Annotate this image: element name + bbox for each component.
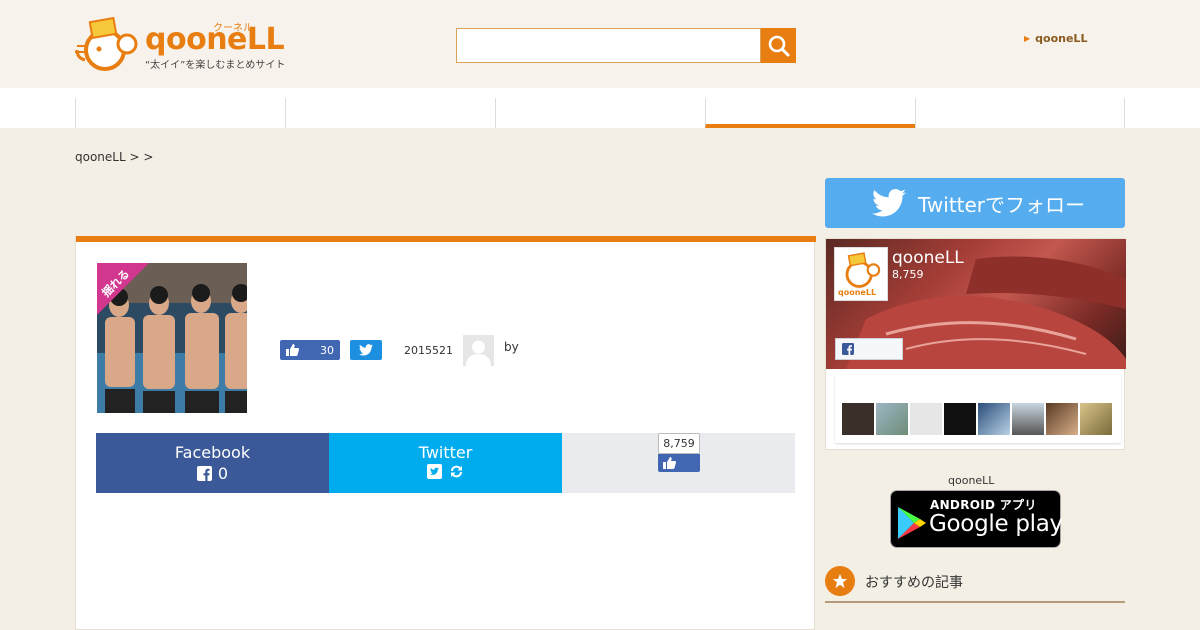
logo-tagline: “太イイ”を楽しむまとめサイト <box>145 60 286 71</box>
facebook-like-button[interactable]: 30 <box>280 340 340 360</box>
like-box-button[interactable] <box>658 454 700 472</box>
app-promo-label: qooneLL <box>948 474 995 487</box>
article-top-bar <box>76 236 816 242</box>
refresh-icon <box>450 465 462 478</box>
logo-wordmark: qooneLL <box>145 22 285 57</box>
twitter-square-icon <box>426 464 442 479</box>
facebook-square-icon <box>196 466 212 481</box>
article-thumbnail[interactable]: 揺れる <box>97 263 247 413</box>
author-avatar[interactable] <box>463 335 494 366</box>
friend-avatar[interactable] <box>944 403 976 435</box>
article-card: 揺れる 30 2015521 by Facebook 0 Twitter 8,7… <box>75 236 816 630</box>
facebook-like-count: 30 <box>320 343 334 357</box>
facebook-cover-photo[interactable]: qooneLL qooneLL 8,759 <box>826 239 1126 369</box>
facebook-page-like-button[interactable] <box>835 338 903 360</box>
search-input[interactable] <box>456 28 761 63</box>
share-twitter-button[interactable]: Twitter <box>329 433 562 493</box>
recommended-section-header: おすすめの記事 <box>825 566 1125 603</box>
facebook-page-logo[interactable]: qooneLL <box>834 247 888 301</box>
star-icon <box>825 566 855 596</box>
google-play-big-text: Google play <box>929 511 1063 537</box>
logo-mascot-icon <box>75 16 138 71</box>
friend-avatar[interactable] <box>1012 403 1044 435</box>
like-box-count: 8,759 <box>658 433 700 454</box>
author-by-label: by <box>504 340 519 354</box>
facebook-page-widget: qooneLL qooneLL 8,759 <box>825 238 1126 450</box>
site-header: クーネル qooneLL “太イイ”を楽しむまとめサイト ▶ qooneLL <box>0 0 1200 88</box>
facebook-page-likes: 8,759 <box>892 268 924 281</box>
recommended-section-title: おすすめの記事 <box>865 575 963 591</box>
twitter-bird-icon <box>872 189 906 217</box>
thumbs-up-icon <box>286 344 299 356</box>
search-icon <box>768 35 789 56</box>
site-logo[interactable]: クーネル qooneLL “太イイ”を楽しむまとめサイト <box>75 16 300 72</box>
share-twitter-label: Twitter <box>418 443 473 462</box>
header-home-link[interactable]: ▶ qooneLL <box>1024 32 1087 45</box>
nav-item-active[interactable] <box>705 98 915 128</box>
facebook-like-box: 8,759 <box>562 433 795 493</box>
category-nav <box>0 88 1200 128</box>
thumbs-up-icon <box>663 457 676 469</box>
share-facebook-label: Facebook <box>174 443 251 462</box>
friend-avatar[interactable] <box>1080 403 1112 435</box>
logo-mascot-icon <box>845 252 881 288</box>
share-facebook-count: 0 <box>217 464 229 483</box>
share-bar: Facebook 0 Twitter 8,759 <box>96 433 795 493</box>
nav-item[interactable] <box>915 98 1125 128</box>
twitter-follow-button[interactable]: Twitterでフォロー <box>825 178 1125 228</box>
google-play-badge[interactable]: ANDROID アプリ Google play <box>890 490 1063 548</box>
caret-right-icon: ▶ <box>1024 34 1031 43</box>
nav-item[interactable] <box>285 98 495 128</box>
facebook-page-name[interactable]: qooneLL <box>892 248 964 268</box>
default-avatar-icon <box>463 335 494 366</box>
twitter-follow-label: Twitterでフォロー <box>918 192 1086 217</box>
friend-avatar[interactable] <box>1046 403 1078 435</box>
nav-item[interactable] <box>75 98 285 128</box>
tweet-button[interactable] <box>350 340 382 360</box>
google-play-icon <box>898 507 926 539</box>
article-date: 2015521 <box>404 344 453 357</box>
twitter-bird-icon <box>359 344 373 356</box>
facebook-page-logo-text: qooneLL <box>838 288 877 297</box>
nav-item[interactable] <box>495 98 705 128</box>
share-facebook-button[interactable]: Facebook 0 <box>96 433 329 493</box>
friend-avatar[interactable] <box>910 403 942 435</box>
friend-avatar[interactable] <box>842 403 874 435</box>
breadcrumb[interactable]: qooneLL > > <box>75 150 153 164</box>
facebook-f-icon <box>842 343 854 355</box>
friend-avatar[interactable] <box>876 403 908 435</box>
header-home-link-label: qooneLL <box>1035 32 1088 45</box>
facebook-friends-list <box>835 375 1121 443</box>
friend-avatar[interactable] <box>978 403 1010 435</box>
search-button[interactable] <box>761 28 796 63</box>
